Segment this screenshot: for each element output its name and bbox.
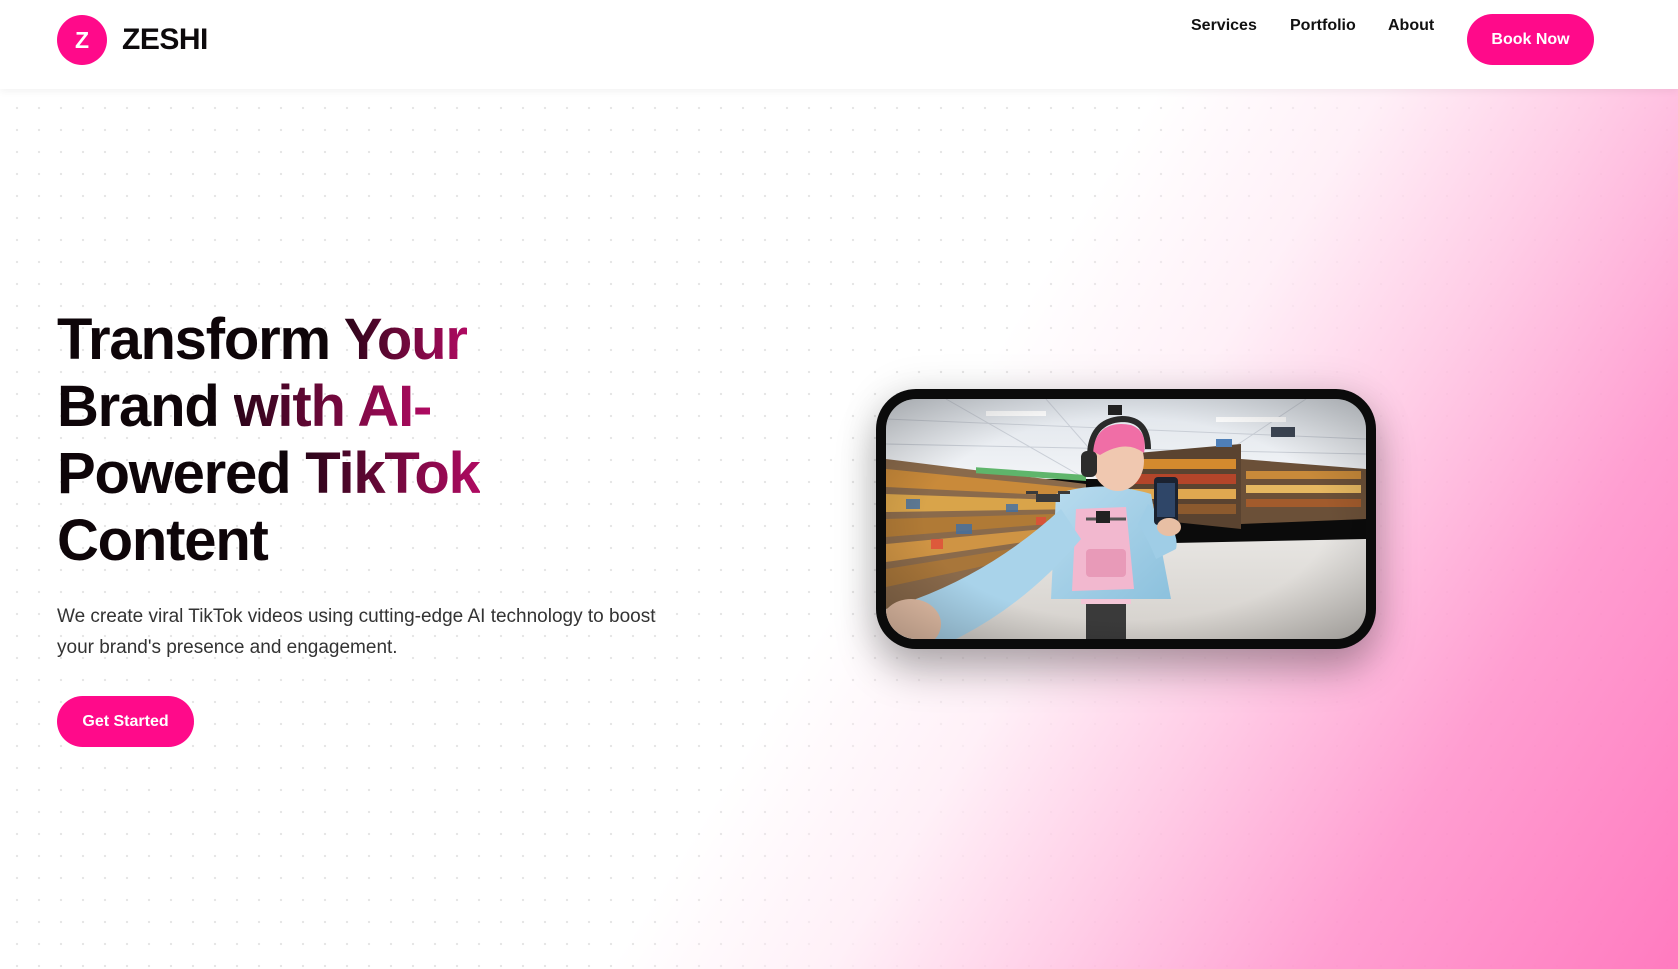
nav-link-services[interactable]: Services <box>1191 17 1257 35</box>
hero-title-part: Transform <box>57 307 344 372</box>
hero-title: Transform Your Brand with AI- Powered TikT… <box>57 306 657 574</box>
nav-link-about[interactable]: About <box>1388 17 1434 35</box>
site-header: Z ZESHI Services Portfolio About Book No… <box>0 0 1678 89</box>
brand-name: ZESHI <box>122 23 208 56</box>
video-thumbnail[interactable] <box>886 399 1366 639</box>
logo-badge: Z <box>57 15 107 65</box>
get-started-button[interactable]: Get Started <box>57 696 194 747</box>
nav-link-portfolio[interactable]: Portfolio <box>1290 17 1356 35</box>
hero-title-highlight: Your <box>343 307 468 372</box>
supermarket-video-image <box>886 399 1366 639</box>
phone-frame <box>876 389 1376 649</box>
book-now-button[interactable]: Book Now <box>1467 14 1594 65</box>
hero-title-highlight: with AI- <box>233 374 433 439</box>
hero-title-part: Content <box>57 508 269 573</box>
hero-title-highlight: TikTok <box>305 441 481 506</box>
brand-logo[interactable]: Z ZESHI <box>57 15 208 65</box>
hero-title-part: Brand <box>57 374 234 439</box>
hero-subtitle: We create viral TikTok videos using cutt… <box>57 606 656 658</box>
hero-title-part: Powered <box>57 441 306 506</box>
